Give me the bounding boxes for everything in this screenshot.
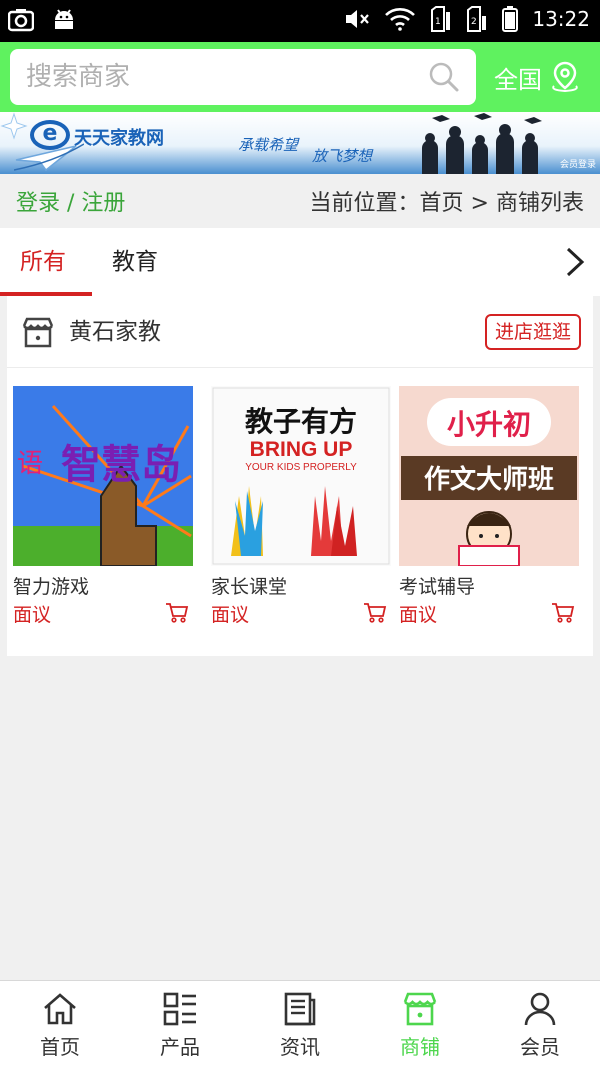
store-icon: [403, 992, 437, 1026]
site-logo-icon: e: [30, 120, 70, 150]
mute-icon: [346, 10, 370, 28]
tab-education[interactable]: 教育: [112, 228, 158, 296]
nav-news-label: 资讯: [280, 1035, 320, 1059]
cart-icon[interactable]: [165, 602, 189, 624]
product-name[interactable]: 考试辅导: [399, 572, 579, 598]
screenshot-icon: [8, 9, 34, 32]
nav-products-label: 产品: [160, 1035, 200, 1059]
shop-header: 黄石家教 进店逛逛: [7, 296, 593, 368]
banner-slogan-1: 承载希望: [238, 136, 299, 154]
promo-banner[interactable]: e 天天家教网 承载希望 放飞梦想 会员登录: [0, 112, 600, 174]
enter-shop-button[interactable]: 进店逛逛: [484, 314, 581, 350]
category-tabs: 所有 教育: [0, 228, 600, 296]
sim-1-icon: 1: [431, 6, 451, 32]
location-prefix: 当前位置：: [309, 191, 420, 216]
cover-english-subtitle: YOUR KIDS PROPERLY: [245, 462, 357, 473]
product-image[interactable]: 教子有方 BRING UP YOUR KIDS PROPERLY: [211, 386, 391, 566]
auth-links: 登录 / 注册: [16, 185, 125, 217]
user-icon: [524, 992, 556, 1026]
nav-stores-label: 商铺: [400, 1035, 440, 1059]
product-cover-book: 教子有方 BRING UP YOUR KIDS PROPERLY: [211, 386, 391, 566]
sim-2-icon: 2: [467, 6, 487, 32]
location-pin-icon: [552, 61, 578, 93]
shop-name[interactable]: 黄石家教: [69, 296, 161, 368]
cart-icon[interactable]: [551, 602, 575, 624]
product-cover-exam: 小升初 作文大师班: [399, 386, 579, 566]
banner-slogan-2: 放飞梦想: [312, 147, 373, 165]
cover-title-text: 教子有方: [245, 405, 357, 438]
auth-separator: /: [60, 191, 82, 216]
breadcrumb-current: 商铺列表: [495, 191, 584, 216]
register-link[interactable]: 注册: [81, 191, 125, 216]
nav-home[interactable]: 首页: [0, 981, 120, 1067]
search-input[interactable]: [26, 49, 406, 105]
cover-english-title: BRING UP: [250, 438, 353, 461]
search-icon[interactable]: [428, 61, 460, 93]
graduates-illustration: [422, 113, 542, 174]
status-bar: 1 2 13:22: [0, 0, 600, 42]
region-label: 全国: [494, 65, 542, 94]
product-name[interactable]: 智力游戏: [13, 572, 193, 598]
product-card[interactable]: 教子有方 BRING UP YOUR KIDS PROPERLY 家长课堂 面议: [211, 386, 391, 627]
cart-icon[interactable]: [363, 602, 387, 624]
clock: 13:22: [532, 7, 590, 31]
grid-list-icon: [163, 992, 196, 1026]
nav-member[interactable]: 会员: [480, 981, 600, 1067]
region-selector[interactable]: 全国: [494, 42, 582, 112]
bottom-nav: 首页 产品 资讯 商铺 会员: [0, 980, 600, 1067]
svg-text:1: 1: [435, 17, 441, 27]
product-cover-puzzle: 智慧岛 语: [13, 386, 193, 566]
home-icon: [44, 993, 76, 1025]
tab-all[interactable]: 所有: [20, 228, 66, 296]
search-box[interactable]: [10, 49, 476, 105]
store-icon: [22, 317, 54, 348]
product-image[interactable]: 智慧岛 语: [13, 386, 193, 566]
product-image[interactable]: 小升初 作文大师班: [399, 386, 579, 566]
nav-stores[interactable]: 商铺: [360, 981, 480, 1067]
breadcrumb-arrow: >: [463, 191, 496, 216]
product-card[interactable]: 小升初 作文大师班 考试辅导 面议: [399, 386, 579, 627]
cover-title-text: 小升初: [447, 408, 531, 441]
android-icon: [55, 9, 73, 29]
product-card[interactable]: 智慧岛 语 智力游戏 面议: [13, 386, 193, 627]
breadcrumb-bar: 登录 / 注册 当前位置：首页 > 商铺列表: [0, 174, 600, 228]
banner-member-login[interactable]: 会员登录: [560, 157, 596, 170]
wifi-icon: [385, 8, 416, 31]
cover-subtitle-text: 作文大师班: [424, 464, 554, 495]
news-icon: [284, 992, 316, 1026]
banner-site-name: 天天家教网: [74, 128, 164, 148]
shop-card: 黄石家教 进店逛逛 智慧岛 语 智力游戏 面议 教子有方 BRING UP YO…: [7, 296, 593, 656]
cover-title-text: 智慧岛: [61, 441, 181, 488]
nav-home-label: 首页: [40, 1035, 80, 1059]
nav-products[interactable]: 产品: [120, 981, 240, 1067]
breadcrumb-home[interactable]: 首页: [420, 191, 464, 216]
nav-member-label: 会员: [520, 1035, 560, 1059]
svg-text:语: 语: [17, 449, 43, 479]
login-link[interactable]: 登录: [16, 191, 60, 216]
product-name[interactable]: 家长课堂: [211, 572, 391, 598]
nav-news[interactable]: 资讯: [240, 981, 360, 1067]
breadcrumb: 当前位置：首页 > 商铺列表: [310, 185, 584, 217]
battery-icon: [502, 6, 519, 32]
svg-text:2: 2: [471, 17, 477, 27]
chevron-right-icon[interactable]: [564, 246, 586, 278]
app-header: 全国: [0, 42, 600, 112]
